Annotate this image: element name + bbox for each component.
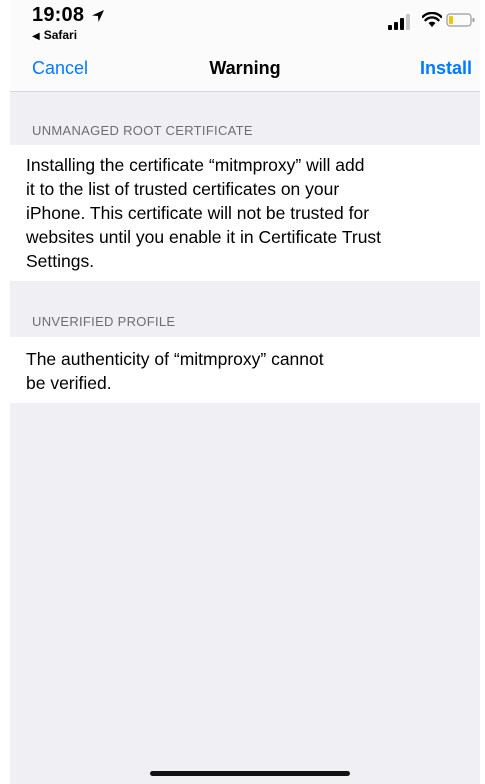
install-button[interactable]: Install (420, 58, 472, 79)
status-time: 19:08 (32, 4, 85, 26)
back-app-label: Safari (43, 28, 78, 42)
warning-line: iPhone. This certificate will not be tru… (26, 203, 370, 223)
wifi-icon (422, 12, 442, 27)
unverified-profile-text: The authenticity of “mitmproxy” cannot b… (26, 347, 476, 395)
warning-line: Installing the certificate “mitmproxy” w… (26, 155, 365, 175)
section-header-root-certificate: UNMANAGED ROOT CERTIFICATE (32, 123, 253, 138)
phone-frame: 19:08 ◀ Safari Cancel Warning Install UN… (0, 0, 485, 784)
root-certificate-warning-text: Installing the certificate “mitmproxy” w… (26, 153, 476, 273)
screen: 19:08 ◀ Safari Cancel Warning Install UN… (10, 0, 480, 784)
page-title: Warning (209, 58, 281, 78)
warning-line: websites until you enable it in Certific… (26, 227, 382, 247)
root-certificate-warning-box: Installing the certificate “mitmproxy” w… (10, 145, 480, 281)
section-header-unverified-profile: UNVERIFIED PROFILE (32, 314, 176, 329)
back-triangle-icon: ◀ (32, 31, 40, 42)
unverified-profile-box: The authenticity of “mitmproxy” cannot b… (10, 337, 480, 403)
cellular-signal-icon (388, 14, 410, 30)
location-arrow-icon (92, 10, 104, 22)
home-indicator[interactable] (150, 771, 350, 776)
warning-line: Settings. (26, 251, 95, 271)
back-to-app-link[interactable]: ◀ Safari (32, 28, 77, 42)
battery-icon (446, 13, 475, 27)
warning-line: The authenticity of “mitmproxy” cannot (26, 349, 324, 369)
warning-line: be verified. (26, 373, 112, 393)
status-and-nav-bar: 19:08 ◀ Safari Cancel Warning Install (10, 0, 480, 92)
warning-line: it to the list of trusted certificates o… (26, 179, 340, 199)
